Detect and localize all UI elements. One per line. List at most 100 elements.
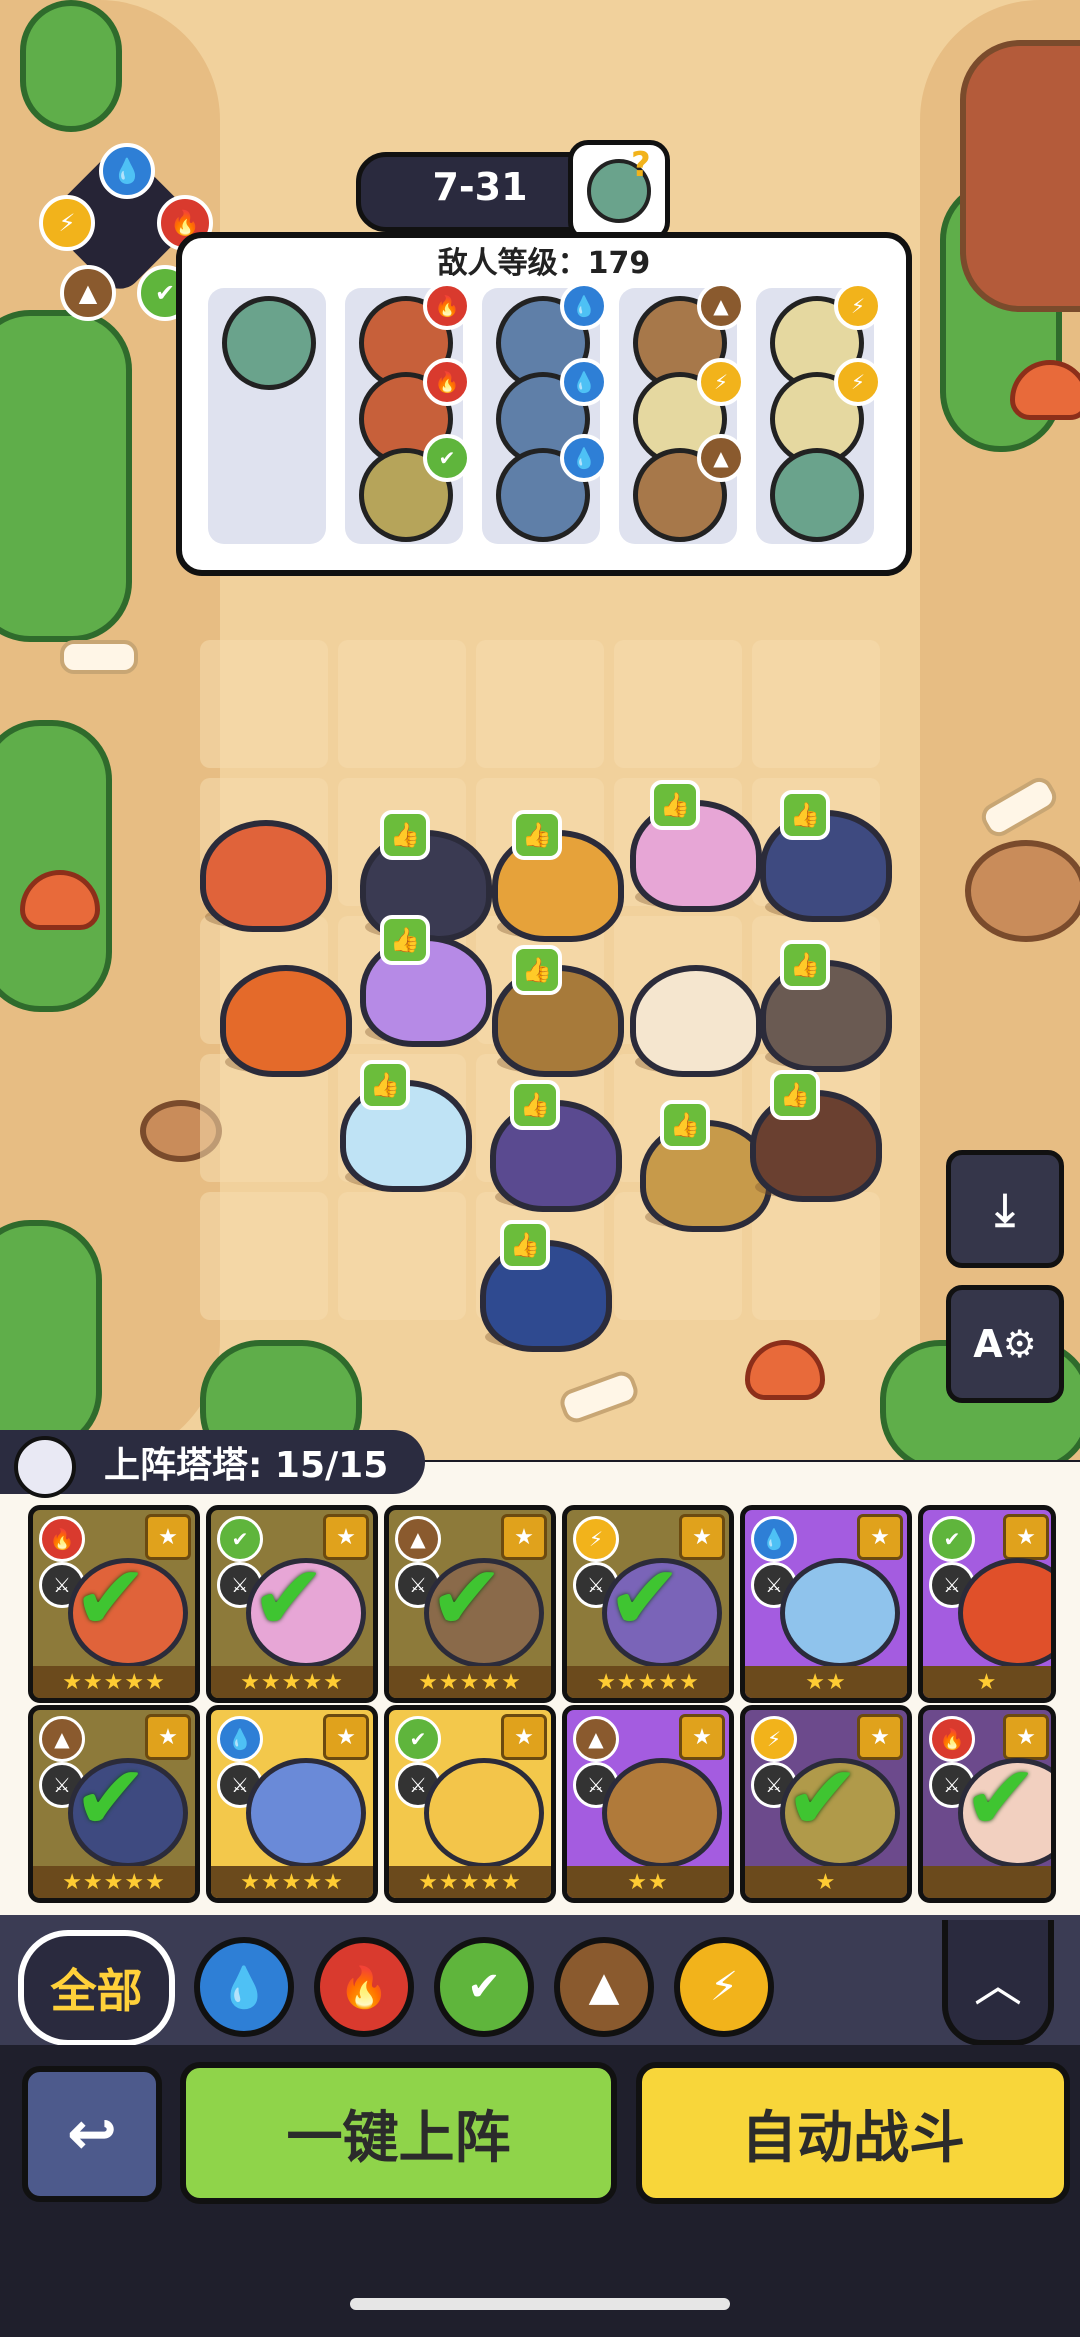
- star-rating: ★★★★★: [33, 1866, 195, 1898]
- unit-card[interactable]: ✔ ⚔ ★ ★: [918, 1505, 1056, 1703]
- fire-icon: 🔥: [423, 282, 471, 330]
- selected-check-icon: ✔: [607, 1546, 683, 1651]
- like-icon: 👍: [380, 915, 430, 965]
- card-monster: [246, 1758, 366, 1868]
- stage-number: 7-31: [432, 165, 528, 209]
- like-icon: 👍: [360, 1060, 410, 1110]
- home-indicator: [350, 2298, 730, 2310]
- rank-icon: ★: [501, 1714, 547, 1760]
- star-rating: ★★: [745, 1666, 907, 1698]
- earth-icon: ▲: [697, 434, 745, 482]
- unit-card[interactable]: ✔ ⚔ ★ ✔ ★★★★★: [206, 1505, 378, 1703]
- filter-grass-button[interactable]: ✔: [434, 1937, 534, 2037]
- water-icon: 💧: [99, 143, 155, 199]
- water-icon: 💧: [560, 434, 608, 482]
- grass-icon: ✔: [395, 1716, 441, 1762]
- board-tile: [338, 640, 466, 768]
- selected-check-icon: ✔: [251, 1546, 327, 1651]
- unit-card[interactable]: ▲ ⚔ ★ ★★: [562, 1705, 734, 1903]
- chicken-unit[interactable]: [630, 965, 762, 1077]
- water-icon: 💧: [751, 1516, 797, 1562]
- like-icon: 👍: [780, 790, 830, 840]
- unit-card[interactable]: ▲ ⚔ ★ ✔ ★★★★★: [384, 1505, 556, 1703]
- filter-light-button[interactable]: ⚡: [674, 1937, 774, 2037]
- unit-card[interactable]: 🔥 ⚔ ★ ✔: [918, 1705, 1056, 1903]
- back-button[interactable]: ↩: [22, 2066, 162, 2202]
- selected-check-icon: ✔: [785, 1746, 861, 1851]
- filter-earth-button[interactable]: ▲: [554, 1937, 654, 2037]
- chevron-up-icon: ︿: [973, 1957, 1022, 2013]
- unit-card[interactable]: ⚡ ⚔ ★ ✔ ★★★★★: [562, 1505, 734, 1703]
- auto-settings-icon: A⚙: [973, 1322, 1037, 1366]
- board-tile: [200, 640, 328, 768]
- unit-card[interactable]: ▲ ⚔ ★ ✔ ★★★★★: [28, 1705, 200, 1903]
- rank-icon: ★: [857, 1714, 903, 1760]
- water-icon: 💧: [217, 1716, 263, 1762]
- light-icon: ⚡: [697, 358, 745, 406]
- selected-check-icon: ✔: [429, 1546, 505, 1651]
- expand-tray-button[interactable]: ︿: [942, 1920, 1054, 2046]
- cactus-decoration: [0, 720, 112, 1012]
- star-rating: ★★★★★: [567, 1666, 729, 1698]
- bone-decoration: [556, 1367, 642, 1427]
- board-tile: [752, 1192, 880, 1320]
- rock-arch-decoration: [960, 40, 1080, 312]
- one-click-deploy-button[interactable]: 一键上阵: [180, 2062, 617, 2204]
- earth-icon: ▲: [573, 1716, 619, 1762]
- deploy-count-label: 上阵塔塔: 15/15: [104, 1445, 389, 1486]
- save-formation-button[interactable]: ⤓: [946, 1150, 1064, 1268]
- like-icon: 👍: [512, 945, 562, 995]
- cactus-decoration: [0, 310, 132, 642]
- card-monster: [602, 1758, 722, 1868]
- star-rating: ★★★★★: [33, 1666, 195, 1698]
- grass-icon: ✔: [929, 1516, 975, 1562]
- star-rating: ★★★★★: [389, 1666, 551, 1698]
- grass-icon: ✔: [423, 434, 471, 482]
- rank-icon: ★: [323, 1714, 369, 1760]
- unit-card[interactable]: ✔ ⚔ ★ ★★★★★: [384, 1705, 556, 1903]
- like-icon: 👍: [500, 1220, 550, 1270]
- selected-check-icon: ✔: [73, 1746, 149, 1851]
- cactus-decoration: [20, 0, 122, 132]
- zombie-icon: [770, 448, 864, 542]
- filter-fire-button[interactable]: 🔥: [314, 1937, 414, 2037]
- toad-unit[interactable]: [200, 820, 332, 932]
- star-rating: ★: [923, 1666, 1051, 1698]
- unit-card[interactable]: 🔥 ⚔ ★ ✔ ★★★★★: [28, 1505, 200, 1703]
- rank-icon: ★: [679, 1514, 725, 1560]
- star-rating: [923, 1866, 1051, 1898]
- flower-decoration: [745, 1340, 825, 1400]
- star-rating: ★★★★★: [211, 1666, 373, 1698]
- water-icon: 💧: [560, 358, 608, 406]
- selected-check-icon: ✔: [963, 1746, 1039, 1851]
- rock-pot-decoration: [965, 840, 1080, 942]
- rank-icon: ★: [501, 1514, 547, 1560]
- unit-card[interactable]: 💧 ⚔ ★ ★★: [740, 1505, 912, 1703]
- board-tile: [338, 1192, 466, 1320]
- enemy-info-button[interactable]: ?: [568, 140, 670, 242]
- filter-all-button[interactable]: 全部: [18, 1930, 175, 2046]
- like-icon: 👍: [660, 1100, 710, 1150]
- auto-battle-button[interactable]: 自动战斗: [636, 2062, 1070, 2204]
- question-icon: ?: [631, 145, 651, 185]
- board-tile: [614, 640, 742, 768]
- water-icon: 💧: [560, 282, 608, 330]
- like-icon: 👍: [770, 1070, 820, 1120]
- star-rating: ★★★★★: [389, 1866, 551, 1898]
- unit-card[interactable]: ⚡ ⚔ ★ ✔ ★: [740, 1705, 912, 1903]
- earth-icon: ▲: [60, 265, 116, 321]
- like-icon: 👍: [780, 940, 830, 990]
- auto-settings-button[interactable]: A⚙: [946, 1285, 1064, 1403]
- filter-water-button[interactable]: 💧: [194, 1937, 294, 2037]
- bone-decoration: [60, 640, 138, 674]
- like-icon: 👍: [512, 810, 562, 860]
- rank-icon: ★: [1003, 1514, 1049, 1560]
- star-rating: ★★: [567, 1866, 729, 1898]
- card-monster: [780, 1558, 900, 1668]
- tiger-unit[interactable]: [220, 965, 352, 1077]
- board-tile: [200, 1192, 328, 1320]
- board-tile: [752, 640, 880, 768]
- unit-card[interactable]: 💧 ⚔ ★ ★★★★★: [206, 1705, 378, 1903]
- light-icon: ⚡: [834, 358, 882, 406]
- back-arrow-icon: ↩: [66, 2099, 118, 2169]
